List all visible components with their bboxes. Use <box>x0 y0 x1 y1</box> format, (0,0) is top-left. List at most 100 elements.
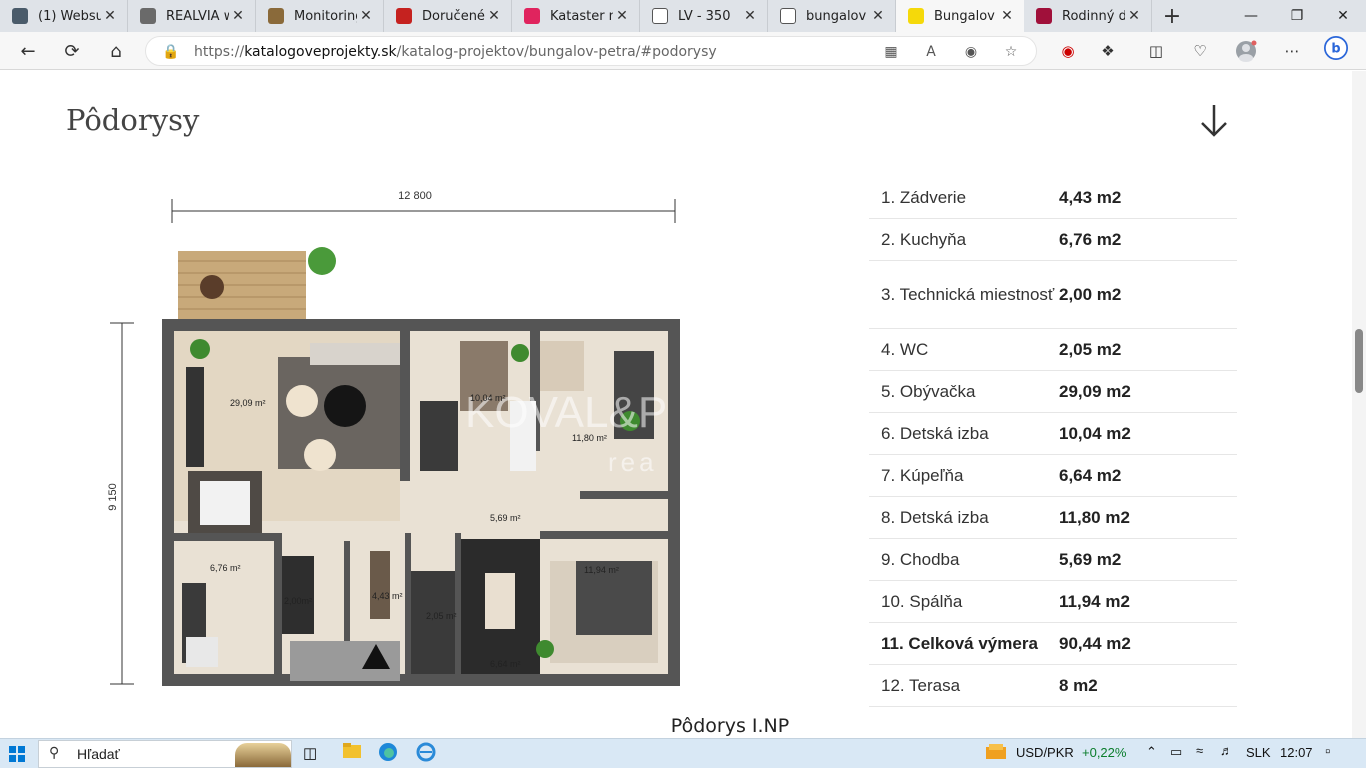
scrollbar[interactable] <box>1352 71 1366 738</box>
windows-taskbar: ⚲ Hľadať ◫ USD/PKR +0,22% ⌃ ▭ ≈ ♬ SLK 12… <box>0 738 1366 768</box>
notifications-icon[interactable]: ▫ <box>1325 743 1330 760</box>
search-highlight-image <box>235 743 291 767</box>
back-button[interactable]: ← <box>13 36 43 66</box>
battery-icon[interactable]: ▭ <box>1170 744 1182 760</box>
search-icon: ⚲ <box>49 745 60 761</box>
room-name: 4. WC <box>881 339 929 359</box>
tab-close-icon[interactable]: ✕ <box>869 8 887 24</box>
kataster-icon <box>524 8 540 24</box>
room-area-label: 4,43 m² <box>372 591 403 601</box>
room-name: 11. Celková výmera <box>881 633 1038 653</box>
table-row: 2. Kuchyňa 6,76 m2 <box>869 219 1237 261</box>
apps-icon[interactable]: ▦ <box>880 41 902 63</box>
room-name: 2. Kuchyňa <box>881 229 967 249</box>
table-row: 4. WC 2,05 m2 <box>869 329 1237 371</box>
tab-3[interactable]: Monitoring ✕ <box>256 0 384 32</box>
tab-7[interactable]: bungalov Petra✕ <box>768 0 896 32</box>
room-name: 5. Obývačka <box>881 381 976 401</box>
tab-close-icon[interactable]: ✕ <box>485 8 503 24</box>
maximize-button[interactable]: ❐ <box>1274 0 1320 32</box>
room-name: 3. Technická miestnosť <box>881 284 1055 304</box>
room-area: 11,94 m2 <box>1059 591 1130 611</box>
tab-title: LV - 350 <box>678 8 731 24</box>
profile-avatar[interactable] <box>1234 40 1258 62</box>
room-name: 6. Detská izba <box>881 423 989 443</box>
table-row: 1. Zádverie 4,43 m2 <box>869 177 1237 219</box>
new-tab-button[interactable]: + <box>1152 0 1192 32</box>
room-name: 12. Terasa <box>881 675 961 695</box>
tab-5[interactable]: Kataster nehnuteľností✕ <box>512 0 640 32</box>
volume-icon[interactable]: ♬ <box>1220 743 1233 758</box>
stock-widget-icon[interactable] <box>985 743 1007 766</box>
table-row: 5. Obývačka 29,09 m2 <box>869 371 1237 413</box>
refresh-button[interactable]: ⟳ <box>57 36 87 66</box>
internet-explorer-icon[interactable] <box>416 742 436 765</box>
address-bar[interactable]: 🔒 https://katalogoveprojekty.sk/katalog-… <box>145 36 1037 66</box>
tab-2[interactable]: REALVIA web✕ <box>128 0 256 32</box>
table-row: 10. Spálňa 11,94 m2 <box>869 581 1237 623</box>
websupport-icon <box>12 8 28 24</box>
language-indicator[interactable]: SLK <box>1246 745 1271 760</box>
tracking-icon[interactable]: ◉ <box>960 41 982 63</box>
tab-bar: (1) Websupport✕REALVIA web✕Monitoring✕Do… <box>0 0 1366 32</box>
tab-title: bungalov Petra <box>806 8 869 24</box>
room-area-label: 2,05 m² <box>426 611 457 621</box>
tab-title: Kataster nehnuteľností <box>550 8 613 24</box>
url-text[interactable]: https://katalogoveprojekty.sk/katalog-pr… <box>194 44 717 60</box>
room-area: 90,44 m2 <box>1059 633 1131 653</box>
favorite-star-icon[interactable]: ☆ <box>1000 41 1022 63</box>
watermark-sub: rea <box>608 447 658 477</box>
split-screen-icon[interactable]: ◫ <box>1144 40 1168 62</box>
settings-menu-icon[interactable]: ⋯ <box>1280 40 1304 62</box>
table-row: 8. Detská izba 11,80 m2 <box>869 497 1237 539</box>
table-row: 7. Kúpeľňa 6,64 m2 <box>869 455 1237 497</box>
tab-close-icon[interactable]: ✕ <box>229 8 247 24</box>
tab-close-icon[interactable]: ✕ <box>998 8 1016 24</box>
room-area-label: 6,76 m² <box>210 563 241 573</box>
terrace <box>178 251 306 323</box>
ublock-icon[interactable]: ◉ <box>1056 40 1080 62</box>
down-arrow-icon[interactable] <box>1196 101 1232 141</box>
tab-1[interactable]: (1) Websupport✕ <box>0 0 128 32</box>
scrollbar-thumb[interactable] <box>1355 329 1363 393</box>
clock[interactable]: 12:07 <box>1280 745 1313 760</box>
tab-close-icon[interactable]: ✕ <box>613 8 631 24</box>
realvia-icon <box>140 8 156 24</box>
file-explorer-icon[interactable] <box>342 742 362 763</box>
tab-9[interactable]: Rodinný dom✕ <box>1024 0 1152 32</box>
tab-close-icon[interactable]: ✕ <box>741 8 759 24</box>
tab-close-icon[interactable]: ✕ <box>1125 8 1143 24</box>
tab-6[interactable]: LV - 350 ✕ <box>640 0 768 32</box>
room-area: 29,09 m2 <box>1059 381 1131 401</box>
wifi-icon[interactable]: ≈ <box>1196 743 1203 758</box>
extensions-icon[interactable]: ❖ <box>1096 40 1120 62</box>
taskbar-search-box[interactable]: ⚲ Hľadať <box>38 740 292 768</box>
room-area: 6,76 m2 <box>1059 229 1122 249</box>
tabs-container: (1) Websupport✕REALVIA web✕Monitoring✕Do… <box>0 0 1152 32</box>
table-row: 11. Celková výmera 90,44 m2 <box>869 623 1237 665</box>
document-icon <box>652 8 668 24</box>
tab-8[interactable]: Bungalov Petra✕ <box>896 0 1024 32</box>
bing-copilot-icon[interactable]: b <box>1324 36 1348 60</box>
edge-icon[interactable] <box>378 742 398 765</box>
home-button[interactable]: ⌂ <box>101 36 131 66</box>
minimize-button[interactable]: — <box>1228 0 1274 32</box>
windows-start-icon[interactable] <box>9 746 25 766</box>
read-aloud-icon[interactable]: A <box>920 41 942 63</box>
opera-icon <box>1036 8 1052 24</box>
room-name: 1. Zádverie <box>881 187 967 207</box>
tab-4[interactable]: Doručené -✕ <box>384 0 512 32</box>
gmail-icon <box>396 8 412 24</box>
lock-icon[interactable]: 🔒 <box>160 41 182 63</box>
tab-close-icon[interactable]: ✕ <box>357 8 375 24</box>
room-area: 6,64 m2 <box>1059 465 1122 485</box>
show-hidden-icons-icon[interactable]: ⌃ <box>1146 744 1157 760</box>
task-view-icon[interactable]: ◫ <box>303 744 317 762</box>
tab-title: Doručené - <box>422 8 485 24</box>
navigation-bar: ← ⟳ ⌂ 🔒 https://katalogoveprojekty.sk/ka… <box>0 32 1366 70</box>
tab-close-icon[interactable]: ✕ <box>101 8 119 24</box>
performance-icon[interactable]: ♡ <box>1188 40 1212 62</box>
room-area-label: 5,69 m² <box>490 513 521 523</box>
close-window-button[interactable]: ✕ <box>1320 0 1366 32</box>
svg-text:b: b <box>1331 41 1340 56</box>
